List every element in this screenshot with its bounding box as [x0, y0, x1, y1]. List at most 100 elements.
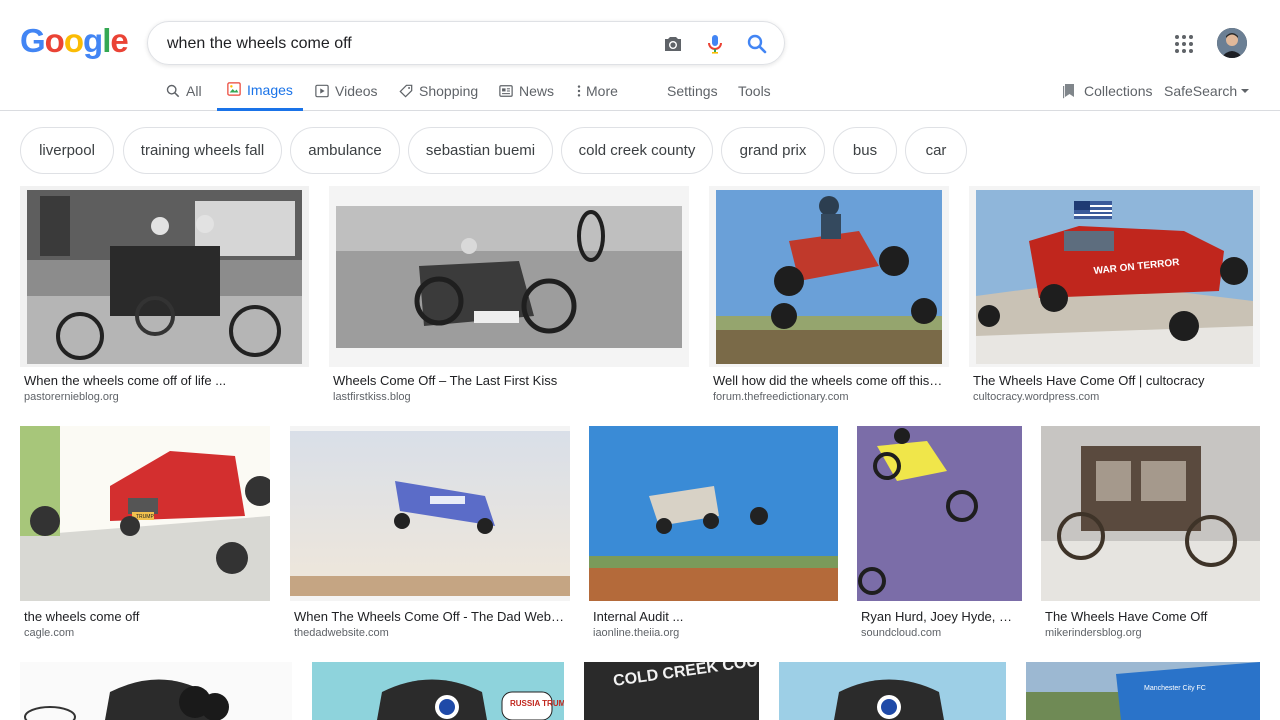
camera-icon[interactable]	[661, 32, 685, 56]
result-title[interactable]: the wheels come off	[24, 609, 269, 624]
atv-jump-photo	[716, 190, 942, 364]
image-result[interactable]: Ryan Hurd, Joey Hyde, Brent ... soundclo…	[857, 426, 1022, 646]
search-box	[147, 21, 785, 65]
chip-label: liverpool	[39, 142, 95, 159]
chip[interactable]: liverpool	[20, 127, 114, 174]
image-result[interactable]: COLD CREEK COUNTY	[584, 662, 759, 720]
image-result[interactable]: Manchester City FC	[1026, 662, 1260, 720]
avatar[interactable]	[1217, 28, 1247, 58]
result-thumbnail[interactable]: COLD CREEK COUNTY	[584, 662, 759, 720]
result-thumbnail[interactable]	[20, 186, 309, 367]
result-source[interactable]: pastorernieblog.org	[24, 391, 119, 403]
image-result[interactable]: WAR ON TERROR The Wheels Have Come Off |…	[969, 186, 1260, 406]
tab-images[interactable]: Images	[217, 70, 303, 111]
chip[interactable]: cold creek county	[561, 127, 713, 174]
result-thumbnail[interactable]: WAR ON TERROR	[969, 186, 1260, 367]
image-result[interactable]: TRUMP the wheels come off cagle.com	[20, 426, 270, 646]
result-source[interactable]: forum.thefreedictionary.com	[713, 391, 849, 403]
stagecoach-wreck-photo	[1041, 426, 1260, 601]
result-source[interactable]: mikerindersblog.org	[1045, 627, 1142, 639]
result-title[interactable]: The Wheels Have Come Off | cultocracy	[973, 373, 1253, 388]
result-source[interactable]: iaonline.theiia.org	[593, 627, 679, 639]
image-result[interactable]: Internal Audit ... iaonline.theiia.org	[589, 426, 838, 646]
result-source[interactable]: soundcloud.com	[861, 627, 941, 639]
image-result[interactable]: Wheels Come Off – The Last First Kiss la…	[329, 186, 689, 406]
result-thumbnail[interactable]	[589, 426, 838, 601]
blue-bus-photo: Manchester City FC	[1026, 662, 1260, 720]
chip[interactable]: grand prix	[721, 127, 825, 174]
news-icon	[499, 84, 513, 97]
tab-label: More	[586, 82, 618, 99]
result-thumbnail[interactable]	[857, 426, 1022, 601]
bus-sign-text: Manchester City FC	[1144, 685, 1206, 692]
tab-videos[interactable]: Videos	[315, 70, 378, 111]
plate-text: TRUMP	[136, 514, 154, 520]
related-chips: liverpool training wheels fall ambulance…	[20, 127, 1280, 174]
result-title[interactable]: Internal Audit ...	[593, 609, 838, 624]
tab-tools[interactable]: Tools	[738, 70, 771, 111]
image-result[interactable]: The Wheels Have Come Off mikerindersblog…	[1041, 426, 1260, 646]
search-input[interactable]	[167, 33, 637, 55]
microphone-icon[interactable]	[703, 32, 727, 56]
chip-label: cold creek county	[578, 142, 696, 159]
result-source[interactable]: cagle.com	[24, 627, 74, 639]
result-thumbnail[interactable]	[709, 186, 949, 367]
image-result[interactable]: When The Wheels Come Off - The Dad Websi…	[290, 426, 570, 646]
tab-settings[interactable]: Settings	[667, 70, 718, 111]
result-thumbnail[interactable]: Manchester City FC	[1026, 662, 1260, 720]
result-thumbnail[interactable]	[329, 186, 689, 367]
result-source[interactable]: thedadwebsite.com	[294, 627, 389, 639]
result-thumbnail[interactable]	[1041, 426, 1260, 601]
result-title[interactable]: The Wheels Have Come Off	[1045, 609, 1260, 624]
result-thumbnail[interactable]: RUSSIA TRUMP	[312, 662, 564, 720]
tab-all[interactable]: All	[166, 70, 202, 111]
result-thumbnail[interactable]	[20, 662, 292, 720]
result-thumbnail[interactable]: TRUMP	[20, 426, 270, 601]
collections-link[interactable]: Collections	[1061, 70, 1152, 111]
image-result[interactable]	[20, 662, 292, 720]
result-title[interactable]: When the wheels come off of life ...	[24, 373, 304, 388]
logo-letter: G	[20, 22, 46, 59]
tab-more[interactable]: More	[574, 70, 618, 111]
video-icon	[315, 84, 329, 97]
chip-label: sebastian buemi	[425, 142, 536, 159]
truck-jump-photo	[589, 426, 838, 601]
logo-letter: o	[63, 22, 84, 59]
safesearch-dropdown[interactable]: SafeSearch	[1164, 70, 1250, 111]
safesearch-label: SafeSearch	[1164, 82, 1238, 99]
result-source[interactable]: cultocracy.wordpress.com	[973, 391, 1099, 403]
image-icon	[227, 82, 241, 96]
image-result[interactable]: Well how did the wheels come off this ..…	[709, 186, 949, 406]
chip[interactable]: car	[905, 127, 967, 174]
cartoon-car-losing-wheels: TRUMP	[20, 426, 270, 601]
bookmark-icon	[1063, 83, 1074, 98]
image-result[interactable]: When the wheels come off of life ... pas…	[20, 186, 309, 406]
logo-letter: l	[102, 22, 111, 59]
search-icon[interactable]	[745, 32, 769, 56]
user-avatar-icon	[1217, 28, 1247, 58]
chip[interactable]: bus	[833, 127, 897, 174]
image-result[interactable]: RUSSIA TRUMP	[312, 662, 564, 720]
red-hummer-photo: WAR ON TERROR	[976, 190, 1253, 364]
result-title[interactable]: When The Wheels Come Off - The Dad Websi…	[294, 609, 569, 624]
result-title[interactable]: Ryan Hurd, Joey Hyde, Brent ...	[861, 609, 1019, 624]
chip[interactable]: training wheels fall	[123, 127, 282, 174]
motocross-jump-photo	[857, 426, 1022, 601]
google-logo[interactable]: Google	[20, 22, 129, 60]
result-thumbnail[interactable]	[779, 662, 1006, 720]
tab-shopping[interactable]: Shopping	[399, 70, 478, 111]
tag-icon	[399, 84, 413, 98]
result-title[interactable]: Well how did the wheels come off this ..…	[713, 373, 943, 388]
race-car-wheel-photo	[336, 206, 682, 348]
result-title[interactable]: Wheels Come Off – The Last First Kiss	[333, 373, 683, 388]
tab-label: Settings	[667, 82, 718, 99]
chip[interactable]: sebastian buemi	[408, 127, 553, 174]
tab-news[interactable]: News	[499, 70, 554, 111]
result-thumbnail[interactable]	[290, 426, 570, 601]
cartoon-obama-car-thumbnail	[779, 662, 1006, 720]
result-source[interactable]: lastfirstkiss.blog	[333, 391, 411, 403]
apps-grid-icon[interactable]	[1174, 34, 1194, 54]
chip-label: grand prix	[739, 142, 807, 159]
chip[interactable]: ambulance	[290, 127, 400, 174]
image-result[interactable]	[779, 662, 1006, 720]
